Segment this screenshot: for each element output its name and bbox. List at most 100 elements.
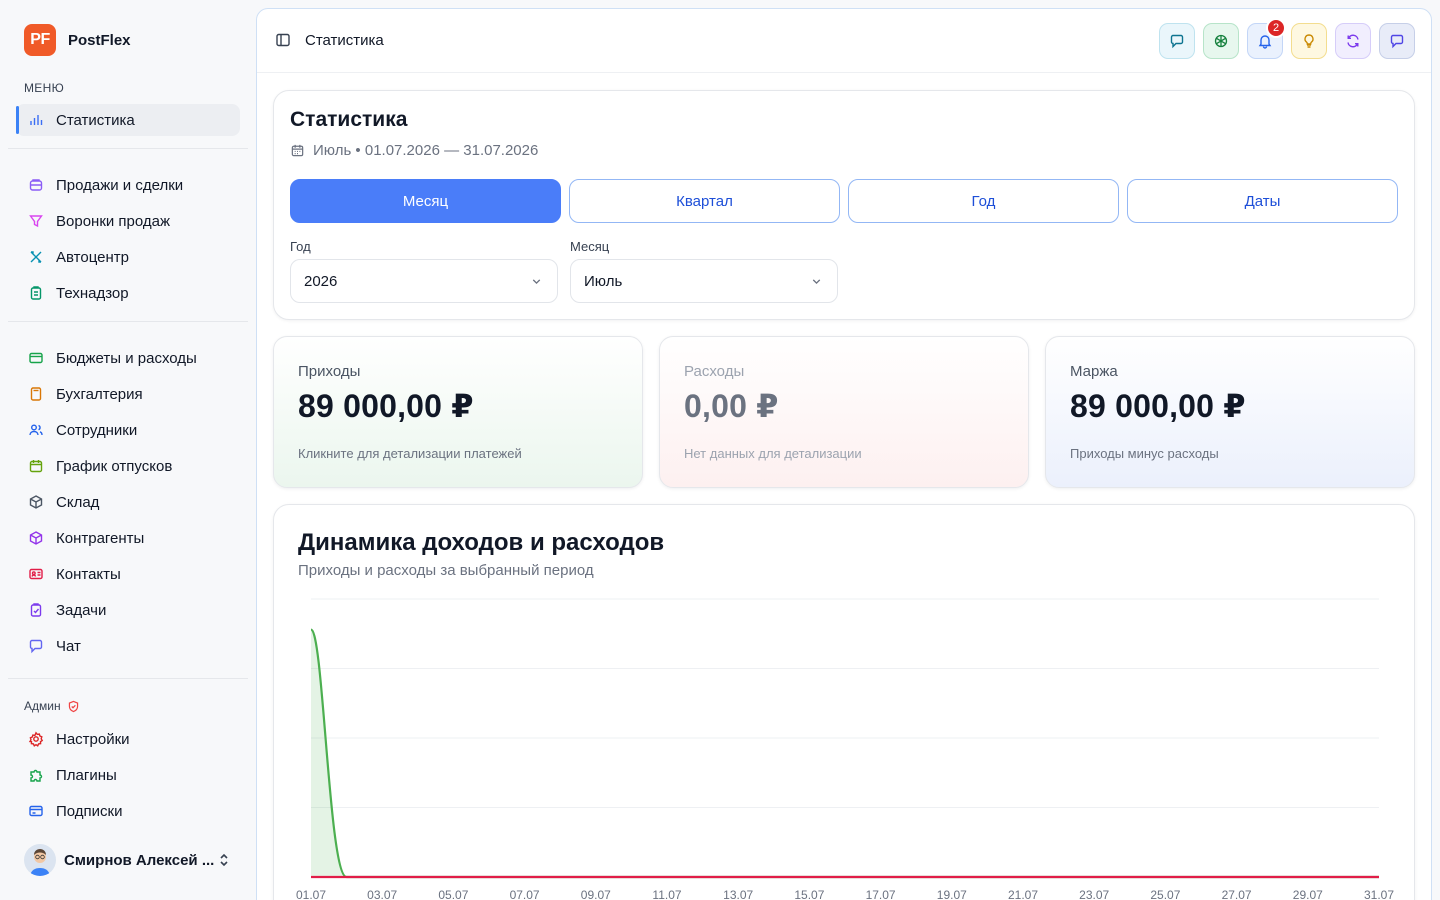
sidebar-item-counterparties[interactable]: Контрагенты xyxy=(16,522,240,554)
contact-card-icon xyxy=(28,566,44,582)
sidebar-item-label: Бухгалтерия xyxy=(56,385,143,403)
expense-value: 0,00 ₽ xyxy=(684,388,779,424)
month-select[interactable]: Июль xyxy=(570,259,838,303)
chevron-down-icon xyxy=(532,279,541,285)
sidebar-item-budgets[interactable]: Бюджеты и расходы xyxy=(16,342,240,374)
sidebar-item-label: График отпусков xyxy=(56,457,173,475)
area-chart[interactable]: 01.07 03.07 05.07 07.07 09.07 11.07 13.07 15.07… xyxy=(274,505,1416,900)
calendar-icon xyxy=(28,458,44,474)
sidebar-item-label: Задачи xyxy=(56,601,107,619)
income-hint: Кликните для детализации платежей xyxy=(298,446,522,461)
chevron-down-icon xyxy=(812,279,821,285)
sidebar-item-contacts[interactable]: Контакты xyxy=(16,558,240,590)
income-value: 89 000,00 ₽ xyxy=(298,388,474,424)
notifications-badge: 2 xyxy=(1266,18,1286,38)
clipboard-icon xyxy=(28,285,44,301)
sidebar: PF PostFlex МЕНЮ Статистика Продажи и сд… xyxy=(0,0,256,900)
sidebar-item-employees[interactable]: Сотрудники xyxy=(16,414,240,446)
sidebar-item-autocenter[interactable]: Автоцентр xyxy=(16,241,240,273)
x-tick-label: 11.07 xyxy=(652,888,681,900)
sidebar-item-tech-supervision[interactable]: Технадзор xyxy=(16,277,240,309)
sidebar-toggle-icon[interactable] xyxy=(275,32,291,48)
x-tick-label: 01.07 xyxy=(296,888,326,900)
sidebar-item-label: Настройки xyxy=(56,730,130,748)
sidebar-item-label: Подписки xyxy=(56,802,123,820)
ai-assistant-button[interactable] xyxy=(1203,23,1239,59)
chat-icon xyxy=(28,638,44,654)
x-tick-label: 29.07 xyxy=(1293,888,1323,900)
chat-button[interactable] xyxy=(1159,23,1195,59)
sidebar-item-plugins[interactable]: Плагины xyxy=(16,759,240,791)
month-label: Месяц xyxy=(570,239,610,254)
margin-label: Маржа xyxy=(1070,363,1118,380)
x-tick-label: 31.07 xyxy=(1364,888,1394,900)
refresh-button[interactable] xyxy=(1335,23,1371,59)
x-tick-label: 07.07 xyxy=(510,888,540,900)
sidebar-item-settings[interactable]: Настройки xyxy=(16,723,240,755)
income-card[interactable]: Приходы 89 000,00 ₽ Кликните для детализ… xyxy=(273,336,643,488)
shield-check-icon xyxy=(68,700,78,712)
sidebar-item-vacations[interactable]: График отпусков xyxy=(16,450,240,482)
user-name: Смирнов Алексей ... xyxy=(64,851,215,869)
notifications-button[interactable]: 2 xyxy=(1247,18,1286,59)
calendar-icon xyxy=(291,144,304,157)
x-tick-label: 05.07 xyxy=(438,888,468,900)
x-tick-label: 15.07 xyxy=(794,888,824,900)
period-month-button[interactable]: Месяц xyxy=(290,179,561,223)
sidebar-item-accounting[interactable]: Бухгалтерия xyxy=(16,378,240,410)
x-tick-label: 27.07 xyxy=(1222,888,1252,900)
x-tick-label: 19.07 xyxy=(937,888,967,900)
wallet-icon xyxy=(28,350,44,366)
wrench-icon xyxy=(28,249,44,265)
main-panel: Статистика 2 Статистика Июль • 01.07.202… xyxy=(256,8,1432,900)
brand[interactable]: PF PostFlex xyxy=(24,24,131,56)
series-line xyxy=(309,628,1379,879)
sidebar-item-label: Плагины xyxy=(56,766,117,784)
section-title: Статистика xyxy=(290,108,408,131)
page-title: Статистика xyxy=(305,32,384,49)
tips-button[interactable] xyxy=(1291,23,1327,59)
expense-card[interactable]: Расходы 0,00 ₽ Нет данных для детализаци… xyxy=(659,336,1029,488)
bar-chart-icon xyxy=(28,112,44,128)
sidebar-item-label: Чат xyxy=(56,637,81,655)
margin-value: 89 000,00 ₽ xyxy=(1070,388,1246,424)
sidebar-item-label: Воронки продаж xyxy=(56,212,171,230)
sidebar-item-statistics[interactable]: Статистика xyxy=(16,104,240,136)
margin-card[interactable]: Маржа 89 000,00 ₽ Приходы минус расходы xyxy=(1045,336,1415,488)
sales-icon xyxy=(28,177,44,193)
sidebar-item-label: Автоцентр xyxy=(56,248,129,266)
income-label: Приходы xyxy=(298,363,361,380)
sidebar-item-warehouse[interactable]: Склад xyxy=(16,486,240,518)
period-summary-text: Июль • 01.07.2026 — 31.07.2026 xyxy=(313,142,539,159)
funnel-icon xyxy=(28,213,44,229)
package-icon xyxy=(28,530,44,546)
sidebar-divider xyxy=(8,678,248,679)
users-icon xyxy=(28,422,44,438)
gear-icon xyxy=(28,731,44,747)
period-quarter-button[interactable]: Квартал xyxy=(569,179,840,223)
sidebar-item-subscriptions[interactable]: Подписки xyxy=(16,795,240,827)
x-tick-label: 09.07 xyxy=(581,888,611,900)
sidebar-item-label: Склад xyxy=(56,493,100,511)
year-select[interactable]: 2026 xyxy=(290,259,558,303)
sidebar-item-chat[interactable]: Чат xyxy=(16,630,240,662)
month-select-value: Июль xyxy=(584,272,623,290)
series-area xyxy=(311,629,1379,877)
sidebar-item-funnels[interactable]: Воронки продаж xyxy=(16,205,240,237)
tasks-icon xyxy=(28,602,44,618)
period-year-button[interactable]: Год xyxy=(848,179,1119,223)
x-tick-label: 03.07 xyxy=(367,888,397,900)
year-label: Год xyxy=(290,239,311,254)
sidebar-item-tasks[interactable]: Задачи xyxy=(16,594,240,626)
sidebar-divider xyxy=(8,321,248,322)
expense-label: Расходы xyxy=(684,363,745,380)
admin-title-text: Админ xyxy=(24,699,61,713)
user-menu[interactable]: Смирнов Алексей ... xyxy=(24,844,240,876)
message-square-icon xyxy=(1390,34,1404,49)
period-dates-button[interactable]: Даты xyxy=(1127,179,1398,223)
refresh-icon xyxy=(1347,34,1359,48)
sidebar-item-label: Контакты xyxy=(56,565,121,583)
messages-button[interactable] xyxy=(1379,23,1415,59)
sidebar-item-sales[interactable]: Продажи и сделки xyxy=(16,169,240,201)
x-tick-label: 23.07 xyxy=(1079,888,1109,900)
